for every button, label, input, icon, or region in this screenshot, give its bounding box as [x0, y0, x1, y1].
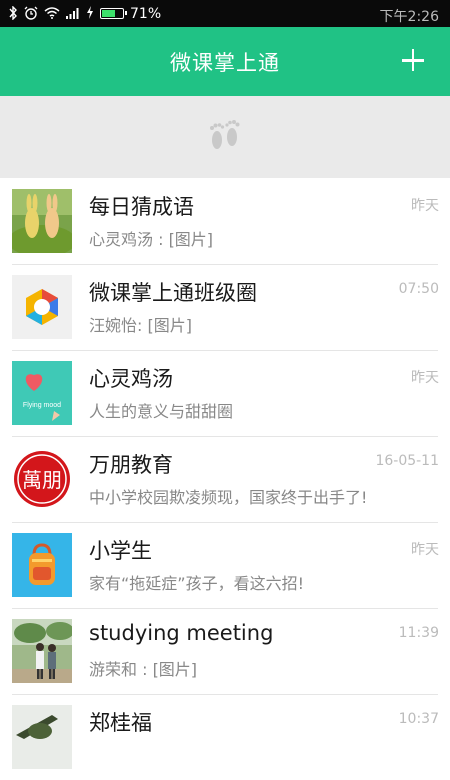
page-title: 微课掌上通 — [170, 50, 280, 75]
conversation-time: 昨天 — [411, 542, 439, 558]
avatar — [12, 275, 72, 339]
avatar — [12, 189, 72, 253]
conversation-name: 郑桂福 — [89, 711, 152, 735]
signal-icon — [66, 7, 80, 21]
conversation-time: 16-05-11 — [375, 453, 439, 469]
plus-icon[interactable] — [398, 45, 428, 75]
avatar — [12, 619, 72, 683]
conversation-time: 昨天 — [411, 198, 439, 214]
conversation-name: 心灵鸡汤 — [89, 367, 173, 391]
conversation-preview: 中小学校园欺凌频现，国家终于出手了! — [89, 488, 368, 507]
avatar: Flying mood — [12, 361, 72, 425]
conversation-item[interactable]: Flying mood 心灵鸡汤 人生的意义与甜甜圈 昨天 — [0, 350, 450, 436]
battery-icon — [100, 8, 127, 19]
avatar-label: 萬朋 — [22, 468, 62, 492]
bluetooth-icon — [8, 4, 18, 22]
conversation-item[interactable]: studying meeting 游荣和 : [图片] 11:39 — [0, 608, 450, 694]
conversation-item[interactable]: 郑桂福 10:37 — [0, 694, 450, 780]
avatar — [12, 705, 72, 769]
footprint-icon — [205, 115, 245, 159]
avatar — [12, 533, 72, 597]
conversation-item[interactable]: 萬朋 万朋教育 中小学校园欺凌频现，国家终于出手了! 16-05-11 — [0, 436, 450, 522]
battery-percent: 71% — [130, 5, 162, 22]
conversation-time: 10:37 — [398, 711, 439, 727]
conversation-name: 万朋教育 — [89, 453, 173, 477]
status-bar: 下午2:26 71% — [0, 0, 450, 27]
conversation-preview: 心灵鸡汤 : [图片] — [89, 230, 214, 249]
conversation-name: studying meeting — [89, 621, 274, 645]
conversation-item[interactable]: 微课掌上通班级圈 汪婉怡: [图片] 07:50 — [0, 264, 450, 350]
conversation-preview: 家有“拖延症”孩子，看这六招! — [89, 574, 304, 593]
charging-icon — [86, 6, 94, 21]
conversation-name: 小学生 — [89, 539, 152, 563]
avatar-label: Flying mood — [23, 402, 61, 409]
conversation-preview: 人生的意义与甜甜圈 — [89, 402, 234, 421]
conversation-time: 11:39 — [398, 625, 439, 641]
app-header: 微课掌上通 — [0, 27, 450, 96]
conversation-preview: 游荣和 : [图片] — [89, 660, 198, 679]
conversation-preview: 汪婉怡: [图片] — [89, 316, 192, 335]
conversation-time: 昨天 — [411, 370, 439, 386]
pull-refresh-area — [0, 96, 450, 178]
wifi-icon — [44, 6, 60, 21]
conversation-list: 每日猜成语 心灵鸡汤 : [图片] 昨天 微课掌上通班级圈 汪婉怡: [图片] … — [0, 178, 450, 780]
conversation-name: 微课掌上通班级圈 — [89, 281, 257, 305]
conversation-item[interactable]: 每日猜成语 心灵鸡汤 : [图片] 昨天 — [0, 178, 450, 264]
conversation-time: 07:50 — [398, 281, 439, 297]
alarm-icon — [24, 6, 38, 22]
status-time: 下午2:26 — [379, 9, 439, 25]
avatar: 萬朋 — [12, 447, 72, 511]
conversation-item[interactable]: 小学生 家有“拖延症”孩子，看这六招! 昨天 — [0, 522, 450, 608]
conversation-name: 每日猜成语 — [89, 195, 194, 219]
